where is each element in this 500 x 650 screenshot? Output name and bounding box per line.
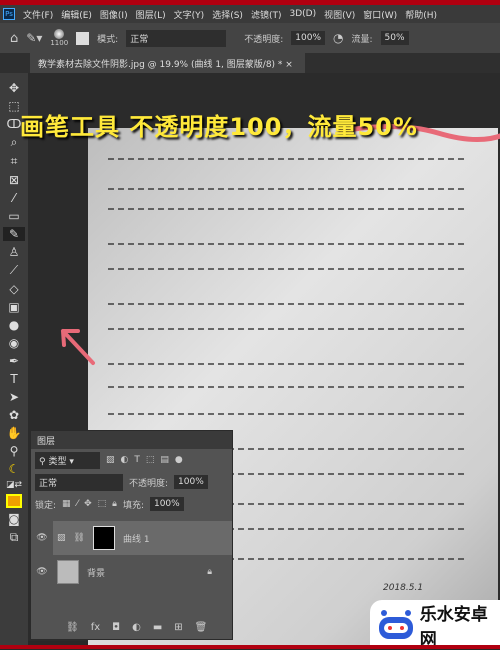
eyedropper-icon[interactable]: ⁄	[13, 191, 15, 205]
healing-brush-icon[interactable]: ▭	[8, 209, 19, 223]
lock-transparent-icon[interactable]: ▦	[62, 499, 71, 509]
brush-preset-icon[interactable]: ✎▾	[26, 31, 42, 45]
filter-adjustment-icon[interactable]: ◐	[121, 455, 129, 465]
visibility-eye-icon[interactable]: 👁︎	[31, 533, 53, 543]
mode-select[interactable]: 正常	[126, 29, 227, 47]
pen-icon[interactable]: ✒	[9, 354, 19, 368]
menu-3d[interactable]: 3D(D)	[289, 9, 316, 19]
layer-row[interactable]: 👁︎ ▨ ⛓︎ 曲线 1	[31, 521, 232, 555]
menu-file[interactable]: 文件(F)	[23, 8, 53, 21]
visibility-eye-icon[interactable]: 👁︎	[31, 567, 53, 577]
lock-image-icon[interactable]: ⁄	[77, 499, 79, 509]
gradient-icon[interactable]: ▣	[8, 300, 19, 314]
flow-label: 流量:	[351, 34, 373, 45]
menu-edit[interactable]: 编辑(E)	[61, 8, 92, 21]
menu-type[interactable]: 文字(Y)	[174, 8, 205, 21]
lock-artboard-icon[interactable]: ⬚	[98, 499, 107, 509]
opacity-input[interactable]: 100%	[291, 31, 325, 45]
trash-icon[interactable]: 🗑︎	[195, 622, 208, 633]
toolbar: ✥ ⬚ ↀ ⌕ ⌗ ⊠ ⁄ ▭ ✎ ♙ ⟋ ◇ ▣ ● ◉ ✒ T ➤ ✿ ✋ …	[0, 73, 28, 649]
shape-tool-icon[interactable]: ✿	[9, 408, 19, 422]
pressure-opacity-icon[interactable]: ◔	[333, 31, 343, 45]
menu-layer[interactable]: 图层(L)	[136, 8, 166, 21]
filter-smart-icon[interactable]: ▤	[160, 455, 169, 465]
stamp-tool-icon[interactable]: ♙	[9, 245, 20, 259]
eraser-icon[interactable]: ◇	[9, 282, 18, 296]
brush-tip-icon	[54, 29, 65, 39]
layers-panel: 图层 ⚲ 类型 ▾ ▨ ◐ T ⬚ ▤ ● 正常 不透明度: 100% 锁定: ▦ ⁄ ✥ ⬚ 🔒…	[30, 430, 233, 640]
add-mask-icon[interactable]: ◘	[112, 622, 120, 633]
layer-filter-select[interactable]: ⚲ 类型 ▾	[35, 451, 100, 469]
banana-icon: ☾	[8, 462, 20, 476]
blur-icon[interactable]: ●	[9, 318, 19, 332]
screen-mode-icon[interactable]: ⧉	[10, 530, 19, 545]
hand-tool-icon[interactable]: ✋	[7, 426, 22, 440]
frame-tool-icon[interactable]: ⊠	[9, 173, 19, 187]
menu-help[interactable]: 帮助(H)	[405, 8, 437, 21]
path-select-icon[interactable]: ➤	[9, 390, 19, 404]
group-folder-icon[interactable]: ▬	[153, 622, 162, 633]
crop-tool-icon[interactable]: ⌗	[11, 154, 18, 169]
photoshop-logo: Ps	[3, 8, 15, 20]
link-layers-icon[interactable]: ⛓︎	[66, 622, 79, 633]
filter-shape-icon[interactable]: ⬚	[146, 455, 155, 465]
filter-toggle-icon[interactable]: ●	[175, 455, 183, 465]
lock-icon: 🔒︎	[207, 567, 212, 577]
blend-mode-select[interactable]: 正常	[35, 473, 123, 491]
lock-label: 锁定:	[35, 500, 57, 511]
document-tab[interactable]: 教学素材去除文件阴影.jpg @ 19.9% (曲线 1, 图层蒙版/8) * …	[30, 53, 305, 73]
pink-arrow-annotation	[61, 329, 95, 365]
layer-opacity-label: 不透明度:	[129, 478, 169, 489]
robot-logo-icon	[379, 609, 413, 639]
quick-mask-icon[interactable]: ◙	[8, 512, 20, 526]
filter-type-icon[interactable]: T	[134, 455, 140, 465]
layer-opacity-input[interactable]: 100%	[174, 475, 208, 489]
brush-size[interactable]: 1100	[50, 29, 68, 47]
brush-tool-icon[interactable]: ✎	[3, 227, 25, 241]
type-tool-icon[interactable]: T	[10, 372, 17, 386]
lock-all-icon[interactable]: 🔒︎	[112, 499, 117, 509]
history-brush-icon[interactable]: ⟋	[10, 263, 18, 278]
menu-filter[interactable]: 滤镜(T)	[251, 8, 282, 21]
curves-adjustment-icon: ▨	[57, 533, 66, 543]
filter-pixel-icon[interactable]: ▨	[106, 455, 115, 465]
signature-date: 2018.5.1	[383, 583, 424, 593]
opacity-label: 不透明度:	[244, 34, 284, 45]
quick-select-icon[interactable]: ⌕	[11, 135, 18, 150]
fx-icon[interactable]: fx	[91, 622, 100, 633]
dodge-icon[interactable]: ◉	[9, 336, 19, 350]
options-bar: ⌂ ✎▾ 1100 模式: 正常 不透明度: 100% ◔ 流量: 50%	[0, 23, 500, 53]
flow-input[interactable]: 50%	[380, 31, 409, 45]
lock-position-icon[interactable]: ✥	[84, 499, 92, 509]
fill-input[interactable]: 100%	[149, 497, 184, 511]
adjustment-layer-icon[interactable]: ◐	[132, 622, 141, 633]
layer-thumbnail	[57, 560, 79, 584]
brush-panel-icon[interactable]	[76, 31, 90, 45]
menu-select[interactable]: 选择(S)	[212, 8, 243, 21]
swap-colors-icon[interactable]: ◪⇄	[6, 480, 22, 490]
caption-overlay: 画笔工具 不透明度100，流量50%	[20, 113, 418, 141]
menu-window[interactable]: 窗口(W)	[363, 8, 397, 21]
marquee-tool-icon[interactable]: ⬚	[8, 99, 19, 113]
layers-panel-tab[interactable]: 图层	[37, 437, 55, 447]
new-layer-icon[interactable]: ⊞	[174, 622, 182, 633]
close-tab-icon[interactable]: ×	[285, 60, 293, 70]
layer-name: 曲线 1	[122, 534, 150, 545]
foreground-color-swatch[interactable]	[6, 494, 22, 508]
layer-row[interactable]: 👁︎ 背景 🔒︎	[31, 555, 232, 589]
window-bottom-border	[0, 645, 500, 649]
home-icon[interactable]: ⌂	[10, 31, 18, 46]
menu-image[interactable]: 图像(I)	[100, 8, 128, 21]
mode-label: 模式:	[97, 34, 119, 45]
layer-name: 背景	[87, 568, 106, 579]
zoom-tool-icon[interactable]: ⚲	[10, 444, 19, 458]
link-icon[interactable]: ⛓︎	[74, 533, 85, 543]
menu-bar: Ps 文件(F) 编辑(E) 图像(I) 图层(L) 文字(Y) 选择(S) 滤…	[0, 5, 500, 23]
menu-view[interactable]: 视图(V)	[324, 8, 355, 21]
document-tab-bar: 教学素材去除文件阴影.jpg @ 19.9% (曲线 1, 图层蒙版/8) * …	[0, 53, 500, 73]
layer-mask-thumbnail[interactable]	[92, 526, 115, 550]
fill-label: 填充:	[122, 500, 144, 511]
move-tool-icon[interactable]: ✥	[9, 81, 19, 95]
watermark-logo: 乐水安卓网	[370, 600, 500, 650]
